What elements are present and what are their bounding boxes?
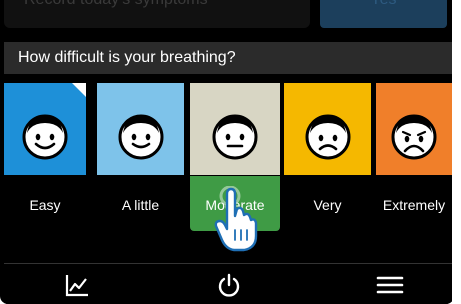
chart-icon[interactable] bbox=[64, 272, 90, 298]
bottom-nav bbox=[4, 263, 452, 304]
option-label-easy: Easy bbox=[29, 197, 61, 213]
pointing-hand-icon bbox=[214, 186, 258, 252]
sad-face-icon bbox=[305, 114, 350, 160]
app-screen: Record today's symptoms Yes How difficul… bbox=[0, 0, 454, 304]
device-frame: Record today's symptoms Yes How difficul… bbox=[0, 0, 461, 304]
option-label-extremely: Extremely bbox=[382, 197, 446, 213]
option-label-very: Very bbox=[313, 197, 342, 213]
device-edge bbox=[452, 0, 461, 304]
symptom-field-text: Record today's symptoms bbox=[24, 0, 208, 9]
power-icon[interactable] bbox=[216, 272, 242, 298]
option-very[interactable] bbox=[284, 83, 371, 175]
option-extremely[interactable] bbox=[376, 83, 452, 175]
corner-fold bbox=[72, 83, 86, 97]
neutral-face-icon bbox=[212, 114, 258, 160]
menu-icon[interactable] bbox=[376, 272, 404, 298]
question-bar: How difficult is your breathing? bbox=[4, 42, 452, 74]
option-a-little[interactable] bbox=[97, 83, 184, 175]
yes-button-label: Yes bbox=[320, 0, 447, 9]
happy-face-icon bbox=[118, 114, 163, 160]
question-text: How difficult is your breathing? bbox=[18, 49, 236, 66]
yes-button[interactable]: Yes bbox=[320, 0, 447, 28]
very-sad-face-icon bbox=[391, 114, 437, 160]
happy-face-icon bbox=[22, 114, 68, 160]
option-label-a-little: A little bbox=[121, 197, 160, 213]
symptom-field[interactable]: Record today's symptoms bbox=[4, 0, 310, 28]
option-moderate[interactable] bbox=[190, 83, 280, 175]
